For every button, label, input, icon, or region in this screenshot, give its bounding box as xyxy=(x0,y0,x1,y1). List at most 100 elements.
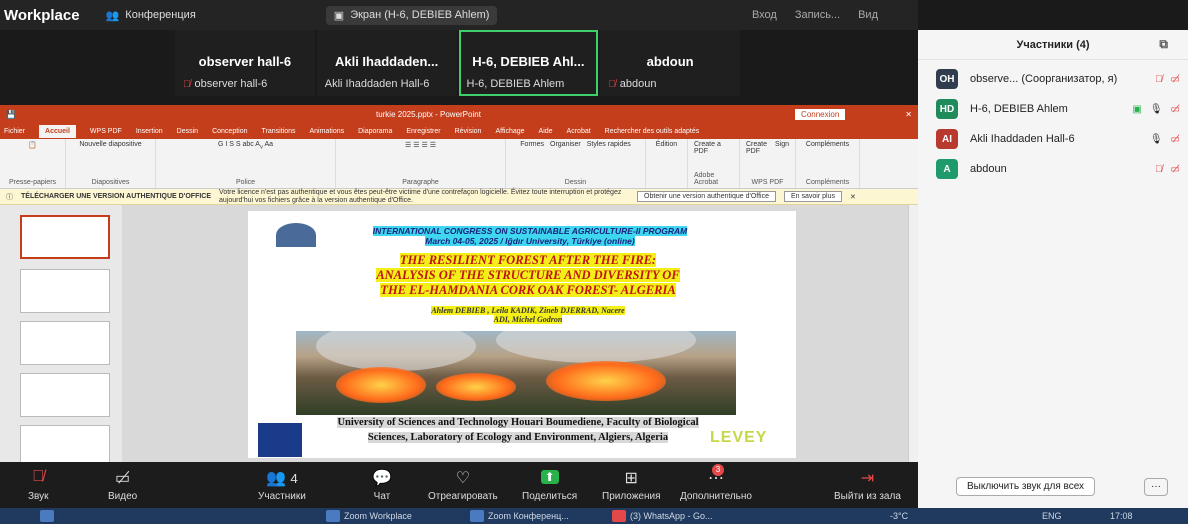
video-off-icon[interactable]: ▭̸ xyxy=(1171,164,1180,175)
conference-menu[interactable]: 👥 Конференция xyxy=(106,9,196,22)
video-off-icon[interactable]: ▭̸ xyxy=(1171,104,1180,115)
tab-draw[interactable]: Dessin xyxy=(177,128,198,135)
app-title: Workplace xyxy=(4,6,80,24)
slides-group: Nouvelle diapositive Diapositives xyxy=(66,139,156,188)
tab-help[interactable]: Aide xyxy=(539,128,553,135)
tab-file[interactable]: Fichier xyxy=(4,128,25,135)
quick-styles-button[interactable]: Styles rapides xyxy=(587,141,631,148)
mic-icon[interactable]: 🎙 xyxy=(1150,134,1163,145)
share-button[interactable]: ⬆ Поделиться xyxy=(522,468,577,502)
save-icon[interactable]: 💾 xyxy=(6,110,16,119)
start-button[interactable] xyxy=(40,510,54,522)
login-link[interactable]: Вход xyxy=(752,9,777,21)
new-slide-button[interactable]: Nouvelle diapositive xyxy=(79,141,141,148)
record-indicator[interactable]: Запись... xyxy=(795,9,840,21)
avatar: OH xyxy=(936,69,958,89)
tab-animations[interactable]: Animations xyxy=(309,128,344,135)
tab-record[interactable]: Enregistrer xyxy=(406,128,440,135)
more-button[interactable]: ⋯ 3 Дополнительно xyxy=(680,464,752,502)
view-menu[interactable]: Вид xyxy=(858,9,878,21)
tell-me-search[interactable]: Rechercher des outils adaptés xyxy=(605,128,700,135)
screen-share-indicator[interactable]: ▣ Экран (H-6, DEBIEB Ahlem) xyxy=(325,5,498,25)
vertical-scrollbar[interactable] xyxy=(908,205,918,462)
leave-button[interactable]: ⇥ Выйти из зала xyxy=(834,468,901,502)
ppt-filename: turkie 2025.pptx - PowerPoint xyxy=(375,109,481,119)
video-tile-active-speaker[interactable]: H-6, DEBIEB Ahl... H-6, DEBIEB Ahlem xyxy=(458,30,599,96)
slide-thumbnail[interactable] xyxy=(20,373,110,417)
video-tile[interactable]: Akli Ihaddaden... Akli Ihaddaden Hall-6 xyxy=(316,30,457,96)
editing-group: Édition xyxy=(646,139,688,188)
video-tile[interactable]: observer hall-6 🎙̸ observer hall-6 xyxy=(175,30,315,96)
clock[interactable]: 17:08 xyxy=(1110,511,1133,521)
video-tile[interactable]: abdoun 🎙̸ abdoun xyxy=(600,30,740,96)
taskbar-whatsapp[interactable]: (3) WhatsApp - Go... xyxy=(612,510,713,522)
group-label: Police xyxy=(235,179,256,186)
participant-row[interactable]: A abdoun 🎙̸ ▭̸ xyxy=(918,154,1188,184)
paragraph-controls[interactable]: ☰ ☰ ☰ ☰ xyxy=(405,141,436,149)
participants-icon: 👥 4 xyxy=(265,470,298,487)
participant-row[interactable]: HD H-6, DEBIEB Ahlem ▣ 🎙 ▭̸ xyxy=(918,94,1188,124)
editing-button[interactable]: Édition xyxy=(656,141,677,148)
mic-muted-icon[interactable]: 🎙̸ xyxy=(1155,164,1163,175)
mic-muted-icon[interactable]: 🎙̸ xyxy=(1155,74,1163,85)
close-icon[interactable]: ✕ xyxy=(905,110,912,119)
tab-slideshow[interactable]: Diaporama xyxy=(358,128,392,135)
tab-home[interactable]: Accueil xyxy=(39,124,76,138)
react-button[interactable]: ♡ Отреагировать xyxy=(428,468,498,502)
ribbon: 📋 Presse-papiers Nouvelle diapositive Di… xyxy=(0,139,918,189)
participant-row[interactable]: OH observe... (Соорганизатор, я) 🎙̸ ▭̸ xyxy=(918,64,1188,94)
slide-thumbnail[interactable] xyxy=(20,321,110,365)
people-icon: 👥 xyxy=(105,9,120,22)
tab-review[interactable]: Révision xyxy=(455,128,482,135)
create-pdf-button[interactable]: Create a PDF xyxy=(694,141,733,155)
chat-button[interactable]: 💬 Чат xyxy=(372,468,392,502)
mic-icon[interactable]: 🎙 xyxy=(1150,104,1163,115)
group-label: Compléments xyxy=(805,179,850,186)
slide-thumbnail[interactable] xyxy=(20,215,110,259)
addins-button[interactable]: Compléments xyxy=(806,141,849,148)
popout-icon[interactable]: ⧉ xyxy=(1159,37,1168,52)
participants-button[interactable]: 👥 4 Участники xyxy=(258,468,306,502)
tile-name: abdoun xyxy=(646,54,694,69)
mic-muted-icon: 🎙̸ xyxy=(608,78,616,90)
conference-name: INTERNATIONAL CONGRESS ON SUSTAINABLE AG… xyxy=(372,226,688,236)
font-controls[interactable]: G I S S abc Av Aa xyxy=(218,141,273,150)
heart-icon: ♡ xyxy=(455,470,471,487)
taskbar-zoom-meeting[interactable]: Zoom Конференц... xyxy=(470,510,569,522)
weather[interactable]: -3°C xyxy=(890,511,908,521)
sign-button[interactable]: Sign xyxy=(775,141,789,155)
video-button[interactable]: ▭̸ Видео xyxy=(108,468,137,502)
mute-button[interactable]: 🎙̸ Звук xyxy=(28,468,49,502)
video-off-icon[interactable]: ▭̸ xyxy=(1171,134,1180,145)
paste-icon[interactable]: 📋 xyxy=(28,141,37,149)
video-tiles: observer hall-6 🎙̸ observer hall-6 Akli I… xyxy=(175,30,740,96)
apps-button[interactable]: ⊞ Приложения xyxy=(602,468,661,502)
language-indicator[interactable]: ENG xyxy=(1042,511,1062,521)
windows-taskbar: Zoom Workplace Zoom Конференц... (3) Wha… xyxy=(0,508,1188,524)
participant-row[interactable]: AI Akli Ihaddaden Hall-6 🎙 ▭̸ xyxy=(918,124,1188,154)
tab-insert[interactable]: Insertion xyxy=(136,128,163,135)
create-pdf-wps-button[interactable]: Create PDF xyxy=(746,141,771,155)
participant-name: observe... (Соорганизатор, я) xyxy=(970,73,1118,85)
shapes-button[interactable]: Formes xyxy=(520,141,544,148)
mic-muted-icon: 🎙̸ xyxy=(183,78,191,90)
taskbar-zoom-workplace[interactable]: Zoom Workplace xyxy=(326,510,412,522)
connexion-button[interactable]: Connexion xyxy=(795,108,846,120)
video-off-icon[interactable]: ▭̸ xyxy=(1171,74,1180,85)
group-label: WPS PDF xyxy=(751,179,784,186)
tab-transitions[interactable]: Transitions xyxy=(262,128,296,135)
tab-acrobat[interactable]: Acrobat xyxy=(567,128,591,135)
panel-more-button[interactable]: ··· xyxy=(1144,478,1168,496)
tab-design[interactable]: Conception xyxy=(212,128,247,135)
slide-canvas[interactable]: INTERNATIONAL CONGRESS ON SUSTAINABLE AG… xyxy=(248,211,796,458)
avatar: AI xyxy=(936,129,958,149)
get-genuine-button[interactable]: Obtenir une version authentique d'Office xyxy=(637,191,776,202)
close-warning-icon[interactable]: ✕ xyxy=(850,193,856,201)
tab-view[interactable]: Affichage xyxy=(495,128,524,135)
arrange-button[interactable]: Organiser xyxy=(550,141,581,148)
learn-more-button[interactable]: En savoir plus xyxy=(784,191,842,202)
slide-thumbnail[interactable] xyxy=(20,269,110,313)
mute-all-button[interactable]: Выключить звук для всех xyxy=(956,477,1096,496)
zoom-icon xyxy=(470,510,484,522)
tab-wps-pdf[interactable]: WPS PDF xyxy=(90,128,122,135)
